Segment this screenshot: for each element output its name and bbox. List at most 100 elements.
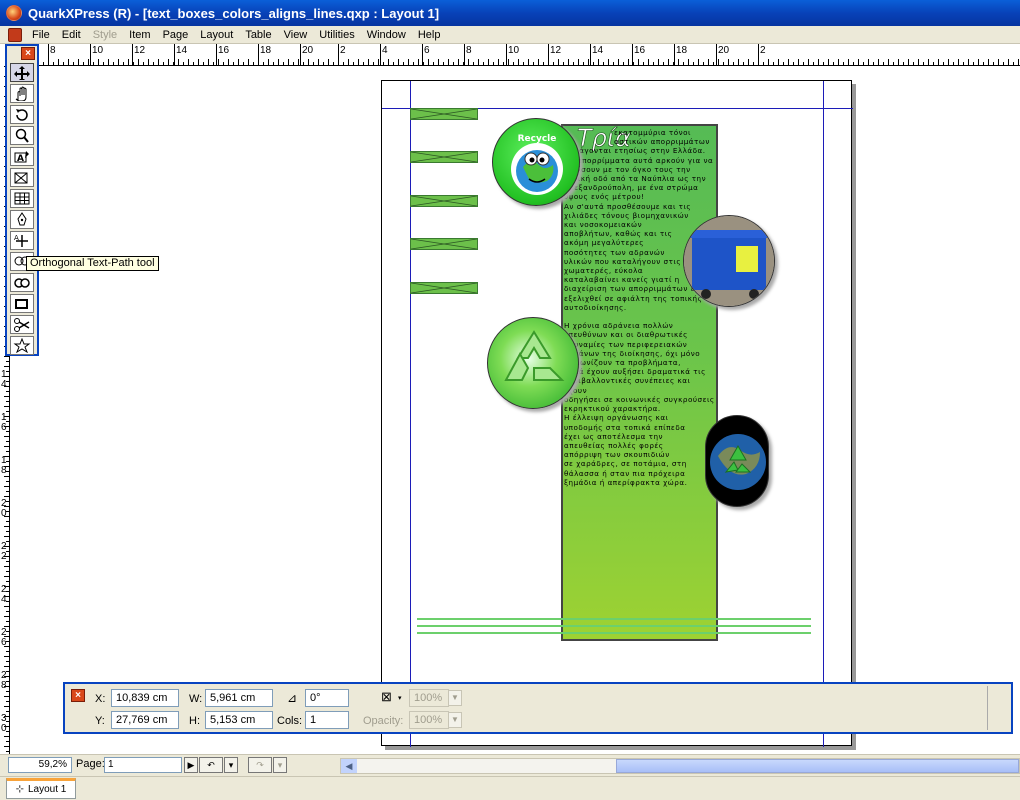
toolbox-close-button[interactable]: × (21, 47, 35, 60)
x-label: X: (95, 693, 106, 705)
ruler-label: 20 (718, 45, 730, 56)
horizontal-line[interactable] (417, 618, 811, 620)
starburst-tool-icon[interactable] (10, 336, 34, 355)
ruler-label: 18 (676, 45, 688, 56)
scroll-left-icon[interactable]: ◀ (341, 759, 357, 773)
layout-tab-bar: ⊹ Layout 1 (0, 776, 1020, 800)
menu-view[interactable]: View (278, 26, 314, 44)
angle-field[interactable]: 0° (305, 689, 349, 707)
page-label: Page: (76, 758, 105, 770)
picture-box-empty[interactable] (410, 195, 478, 207)
scrollbar-thumb[interactable] (616, 759, 1019, 773)
h-label: H: (189, 715, 200, 727)
ruler-label: 4 (382, 45, 388, 56)
picture-box-empty[interactable] (410, 108, 478, 120)
ruler-label: 4 (1, 594, 7, 605)
picture-box-icon[interactable]: ⊠ (381, 689, 392, 705)
horizontal-scrollbar[interactable]: ◀ (340, 758, 1020, 774)
table-tool-icon[interactable] (10, 189, 34, 208)
menu-help[interactable]: Help (412, 26, 447, 44)
bezier-pen-tool-icon[interactable] (10, 210, 34, 229)
recycle-earth-logo-image[interactable]: Recycle (492, 118, 580, 206)
horizontal-line[interactable] (417, 625, 811, 627)
page-field[interactable]: 1 (104, 757, 182, 773)
ruler-label: 6 (1, 422, 7, 433)
ruler-label: 2 (1, 551, 7, 562)
menu-item[interactable]: Item (123, 26, 156, 44)
scissors-tool-icon[interactable] (10, 315, 34, 334)
page-menu-arrow-icon[interactable]: ▶ (184, 757, 198, 773)
text-line: οδηγήσει σε κοινωνικές συγκρούσεις (564, 394, 715, 404)
ruler-label: 6 (1, 637, 7, 648)
orthogonal-line-tool-icon[interactable]: A (10, 231, 34, 250)
ruler-label: 16 (634, 45, 646, 56)
ruler-label: 0 (1, 723, 7, 734)
recycle-symbol-image[interactable] (487, 317, 579, 409)
undo-dropdown-icon[interactable]: ▾ (224, 757, 238, 773)
picture-box-tool-icon[interactable] (10, 168, 34, 187)
svg-text:A: A (14, 234, 19, 242)
text-line: αστικών απορριμμάτων (614, 137, 710, 147)
logo-text: Recycle (518, 134, 557, 144)
width-field[interactable]: 5,961 cm (205, 689, 273, 707)
recycle-bin-image[interactable] (683, 215, 775, 307)
picture-box-empty[interactable] (410, 282, 478, 294)
menu-style: Style (92, 28, 118, 41)
text-line: υπευθύνων και οι διαθρωτικές (564, 330, 688, 340)
linking-tool-icon[interactable] (10, 273, 34, 292)
menu-table[interactable]: Table (239, 26, 277, 44)
rotation-tool-icon[interactable] (10, 105, 34, 124)
horizontal-ruler[interactable]: 8 10 12 14 16 18 20 2 4 6 8 10 12 14 16 18 20 2 (38, 44, 1020, 66)
text-line: αυτοδιοίκησης. (564, 302, 627, 312)
opacity-label: Opacity: (363, 715, 404, 727)
zoom-field[interactable]: 59,2% (8, 757, 72, 773)
text-line: αλλά έχουν αυξήσει δραματικά τις (564, 367, 706, 377)
opacity-top-field: 100% (409, 689, 449, 707)
menu-layout[interactable]: Layout (194, 26, 239, 44)
menu-page[interactable]: Page (157, 26, 195, 44)
pan-tool-icon[interactable] (10, 84, 34, 103)
text-content-tool-icon[interactable]: A (10, 147, 34, 166)
opacity-dropdown-icon: ▼ (448, 712, 462, 728)
picture-box-empty[interactable] (410, 238, 478, 250)
text-line: Αλεξανδρούπολη, με ένα στρώμα (564, 183, 699, 193)
menu-window[interactable]: Window (361, 26, 412, 44)
menu-edit[interactable]: Edit (56, 26, 87, 44)
picture-box-empty[interactable] (410, 151, 478, 163)
quarkxpress-app-icon[interactable] (6, 5, 22, 21)
undo-icon[interactable]: ↶ (199, 757, 223, 773)
text-line: Η χρόνια αδράνεια πολλών (564, 321, 674, 331)
text-line: παράγονται ετησίως στην Ελλάδα. (564, 146, 706, 156)
tab-layout-1[interactable]: ⊹ Layout 1 (6, 778, 76, 799)
opacity-top-dropdown-icon: ▼ (448, 690, 462, 706)
text-line: σε χαράδρες, σε ποτάμια, στη (564, 459, 687, 469)
ruler-label: 14 (592, 45, 604, 56)
item-tool-icon[interactable] (10, 63, 34, 82)
text-box-green[interactable]: Τρία εκατομμύρια τόνοι αστικών απορριμμάτ… (561, 124, 718, 641)
cols-label: Cols: (277, 715, 303, 727)
ruler-label: 8 (50, 45, 56, 56)
measurements-close-button[interactable]: × (71, 689, 85, 702)
earth-recycle-image[interactable] (705, 415, 769, 507)
menu-file[interactable]: File (26, 26, 56, 44)
text-line: οργάνων της διοίκησης, όχι μόνο (564, 348, 701, 358)
tool-tooltip: Orthogonal Text-Path tool (26, 256, 159, 271)
ruler-label: 2 (760, 45, 766, 56)
height-field[interactable]: 5,153 cm (205, 711, 273, 729)
tab-label: Layout 1 (28, 784, 67, 795)
chevron-down-icon[interactable]: ▾ (398, 694, 402, 702)
layout-tab-icon: ⊹ (15, 784, 24, 795)
zoom-tool-icon[interactable] (10, 126, 34, 145)
composition-zone-tool-icon[interactable] (10, 294, 34, 313)
cols-field[interactable]: 1 (305, 711, 349, 729)
horizontal-line[interactable] (417, 632, 811, 634)
text-line: εξελιχθεί σε αφιάλτη της τοπικής (564, 293, 703, 303)
y-field[interactable]: 27,769 cm (111, 711, 179, 729)
document-icon[interactable] (8, 27, 22, 42)
menu-utilities[interactable]: Utilities (313, 26, 360, 44)
x-field[interactable]: 10,839 cm (111, 689, 179, 707)
text-line: εκατομμύρια τόνοι (614, 128, 691, 137)
ruler-label: 2 (340, 45, 346, 56)
palette-divider (987, 686, 988, 730)
ruler-label: 8 (1, 680, 7, 691)
